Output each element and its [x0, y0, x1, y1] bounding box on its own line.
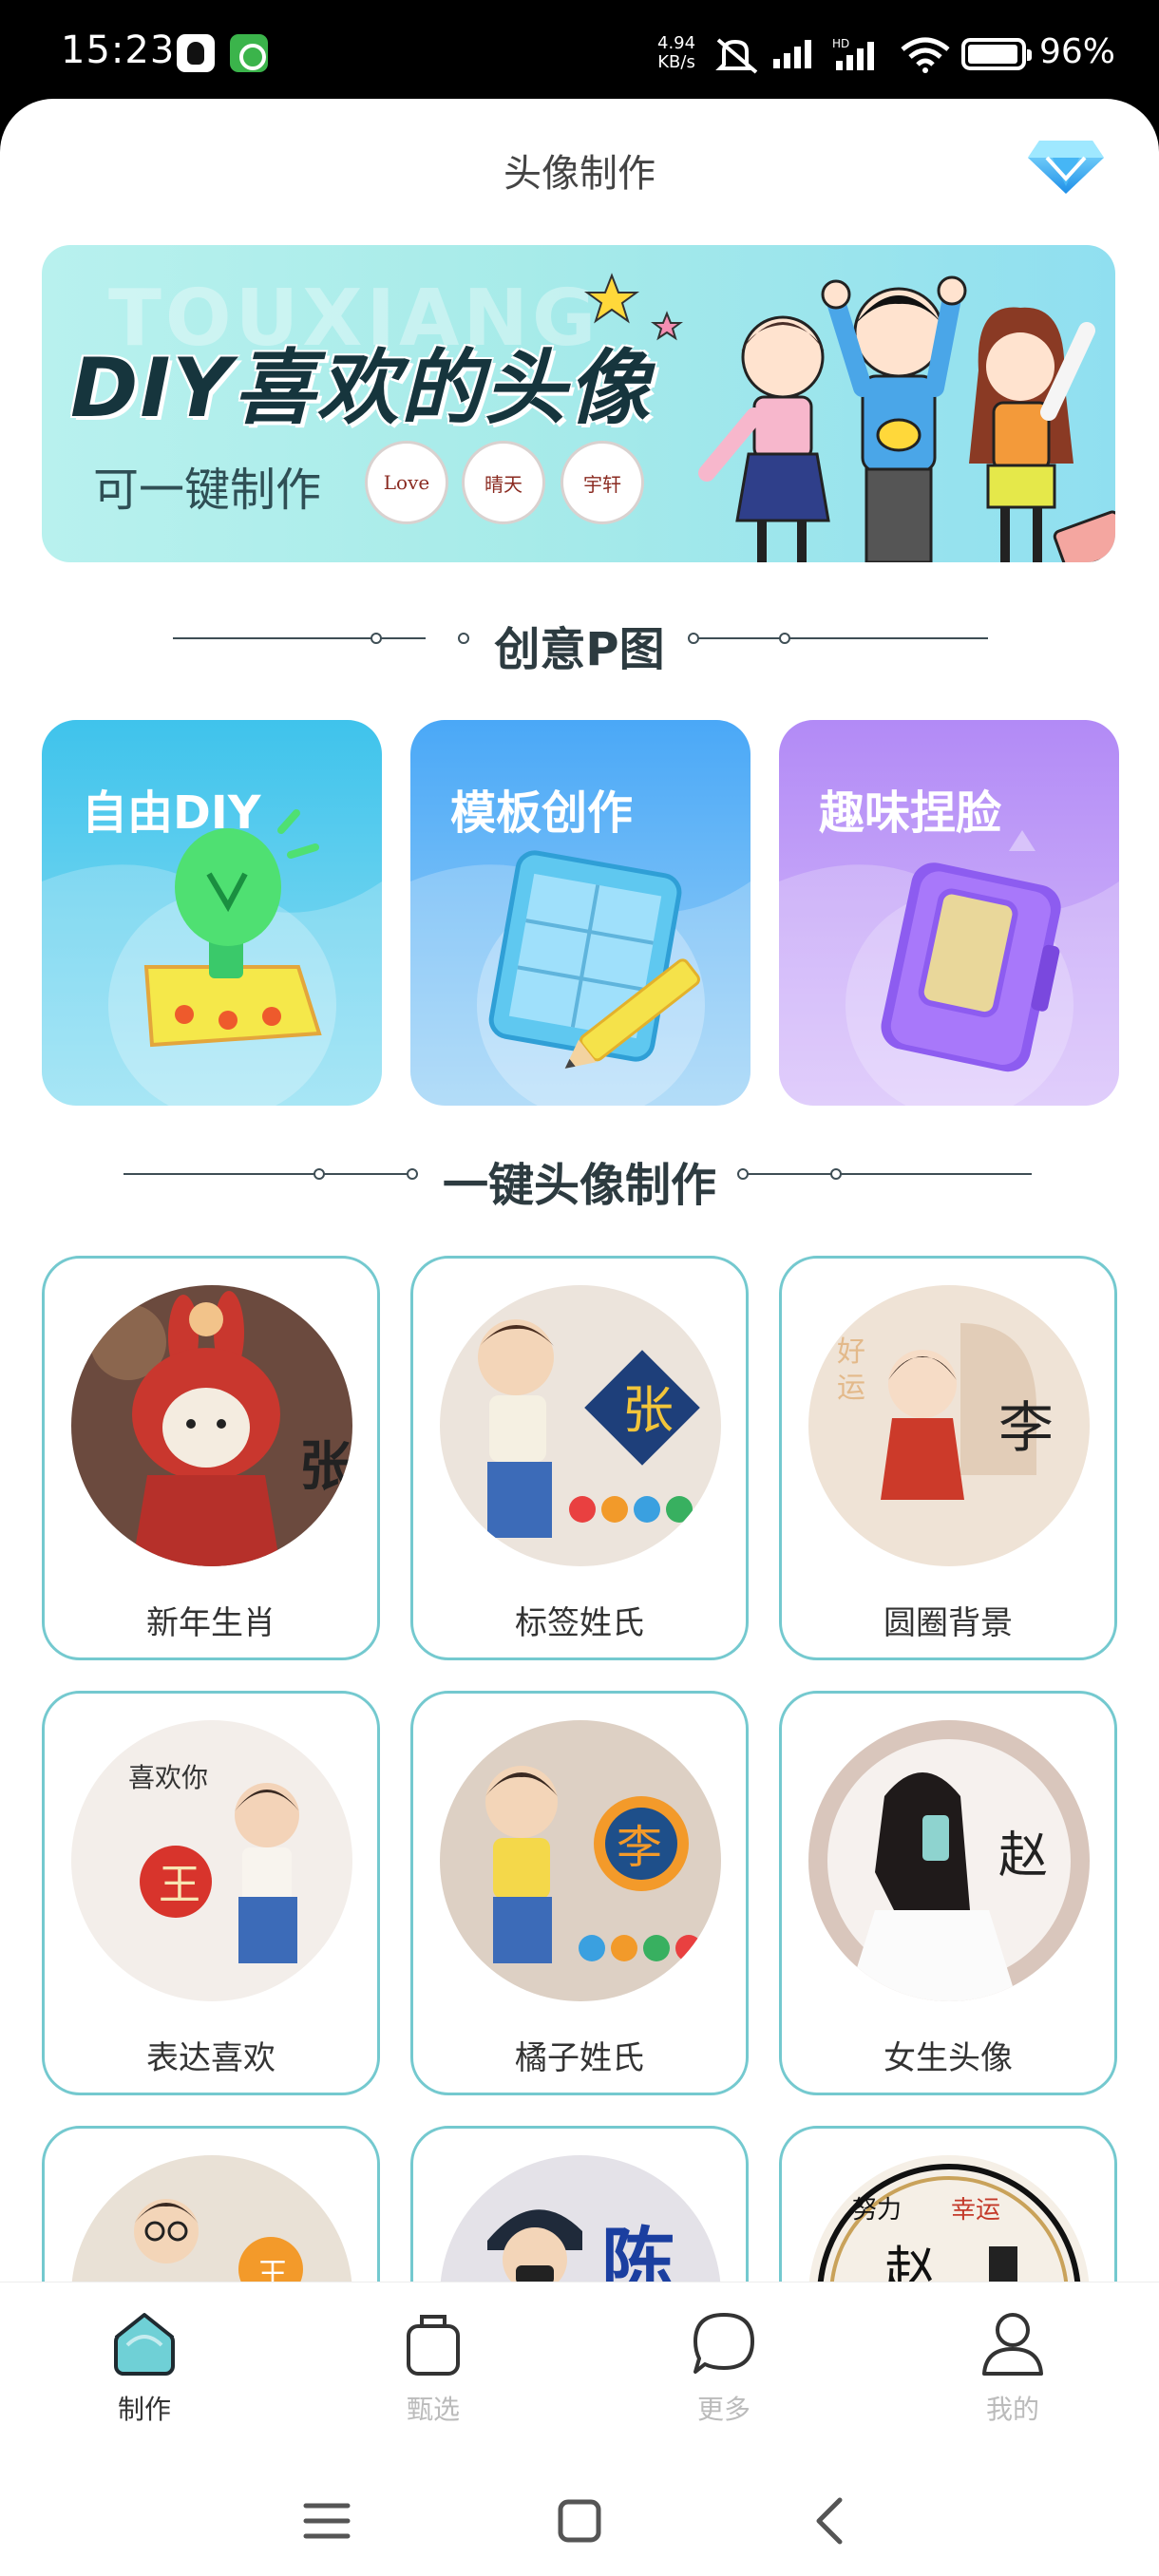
svg-text:幸运: 幸运: [951, 2196, 1000, 2225]
promo-banner[interactable]: TOUXIANG DIY喜欢的头像 可一键制作 Love 晴天 宇轩: [42, 245, 1115, 562]
banner-subtitle: 可一键制作: [93, 464, 322, 517]
section-title: 一键头像制作: [442, 1159, 716, 1212]
qq-notification-icon: [177, 34, 215, 72]
avatar-tile-circle-background[interactable]: 好 运 李 圆圈背景: [779, 1256, 1117, 1660]
feature-card-label: 模板创作: [450, 786, 634, 840]
diamond-icon[interactable]: [1026, 131, 1106, 199]
chat-bubble-icon: [694, 2313, 754, 2374]
signal-icon: [773, 40, 811, 68]
tab-label: 更多: [696, 2394, 750, 2425]
tab-label: 甄选: [406, 2394, 460, 2425]
menu-icon[interactable]: [298, 2492, 355, 2549]
svg-text:张: 张: [299, 1435, 352, 1498]
wifi-icon: [901, 37, 950, 73]
svg-text:好: 好: [837, 1335, 865, 1369]
avatar-thumbnail: 李: [440, 1720, 721, 2001]
tab-more[interactable]: 更多: [648, 2301, 800, 2434]
home-icon: [114, 2313, 175, 2376]
status-time: 15:23: [61, 28, 176, 72]
mute-icon: [715, 38, 758, 74]
banner-kids-illustration: [698, 275, 1115, 562]
svg-text:赵: 赵: [998, 1828, 1048, 1885]
feature-card-face-maker[interactable]: 趣味捏脸: [779, 720, 1119, 1106]
section-title: 创意P图: [494, 623, 665, 676]
feature-card-template[interactable]: 模板创作: [410, 720, 750, 1106]
tab-label: 我的: [985, 2394, 1039, 2425]
tab-make[interactable]: 制作: [68, 2301, 220, 2434]
feature-card-label: 趣味捏脸: [819, 786, 1002, 840]
avatar-tile-label: 圆圈背景: [884, 1604, 1013, 1642]
svg-text:张: 张: [622, 1380, 674, 1440]
avatar-thumbnail: 张: [440, 1285, 721, 1566]
avatar-tile-orange-surname[interactable]: 李 橘子姓氏: [410, 1691, 749, 2095]
avatar-tile-new-year[interactable]: 张 新年生肖: [42, 1256, 380, 1660]
person-icon: [982, 2313, 1043, 2376]
tab-label: 制作: [117, 2394, 171, 2425]
page: 头像制作 TOUXIANG DIY喜欢的头像 可一键制作 Love 晴天 宇轩: [0, 99, 1159, 2576]
svg-text:王: 王: [159, 1861, 200, 1909]
battery-percent: 96%: [1039, 32, 1116, 71]
tab-mine[interactable]: 我的: [937, 2301, 1089, 2434]
home-button-icon[interactable]: [551, 2492, 608, 2549]
feature-card-label: 自由DIY: [82, 786, 261, 840]
bag-icon: [407, 2315, 460, 2376]
sample-badge: 宇轩: [560, 441, 644, 524]
avatar-tile-label: 橘子姓氏: [515, 2039, 644, 2077]
svg-text:李: 李: [998, 1395, 1054, 1460]
page-title: 头像制作: [504, 152, 656, 196]
svg-text:运: 运: [837, 1372, 865, 1405]
sample-badge: Love: [365, 441, 448, 524]
avatar-thumbnail: 好 运 李: [808, 1285, 1090, 1566]
avatar-tile-label: 标签姓氏: [515, 1604, 644, 1642]
feature-card-free-diy[interactable]: 自由DIY: [42, 720, 382, 1106]
battery-icon: [961, 38, 1032, 70]
avatar-tile-tag-surname[interactable]: 张 标签姓氏: [410, 1256, 749, 1660]
avatar-thumbnail: 张: [71, 1285, 352, 1566]
avatar-tile-express-love[interactable]: 喜欢你 王 表达喜欢: [42, 1691, 380, 2095]
back-icon[interactable]: [804, 2492, 861, 2549]
hd-signal-icon: HD: [832, 37, 874, 70]
avatar-tile-label: 表达喜欢: [146, 2039, 276, 2077]
system-nav-bar: [0, 2453, 1159, 2576]
bottom-tab-bar: 制作 甄选 更多 我的: [0, 2282, 1159, 2453]
avatar-tile-girl[interactable]: 赵 女生头像: [779, 1691, 1117, 2095]
section-one-click-header: 一键头像制作: [0, 1144, 1159, 1212]
sample-badge: 晴天: [462, 441, 545, 524]
svg-text:李: 李: [617, 1821, 662, 1874]
network-speed: 4.94 KB/s: [657, 33, 696, 72]
avatar-tile-label: 女生头像: [884, 2039, 1013, 2077]
svg-text:喜欢你: 喜欢你: [128, 1762, 208, 1793]
status-bar: 15:23 4.94 KB/s HD 96%: [0, 0, 1159, 104]
tab-selected[interactable]: 甄选: [357, 2301, 509, 2434]
section-creative-header: 创意P图: [0, 608, 1159, 676]
avatar-thumbnail: 赵: [808, 1720, 1090, 2001]
avatar-thumbnail: 喜欢你 王: [71, 1720, 352, 2001]
svg-text:努力: 努力: [852, 2196, 902, 2225]
banner-title: DIY喜欢的头像: [70, 341, 652, 436]
svg-text:HD: HD: [832, 37, 849, 50]
avatar-tile-label: 新年生肖: [146, 1604, 276, 1642]
message-notification-icon: [230, 34, 268, 72]
